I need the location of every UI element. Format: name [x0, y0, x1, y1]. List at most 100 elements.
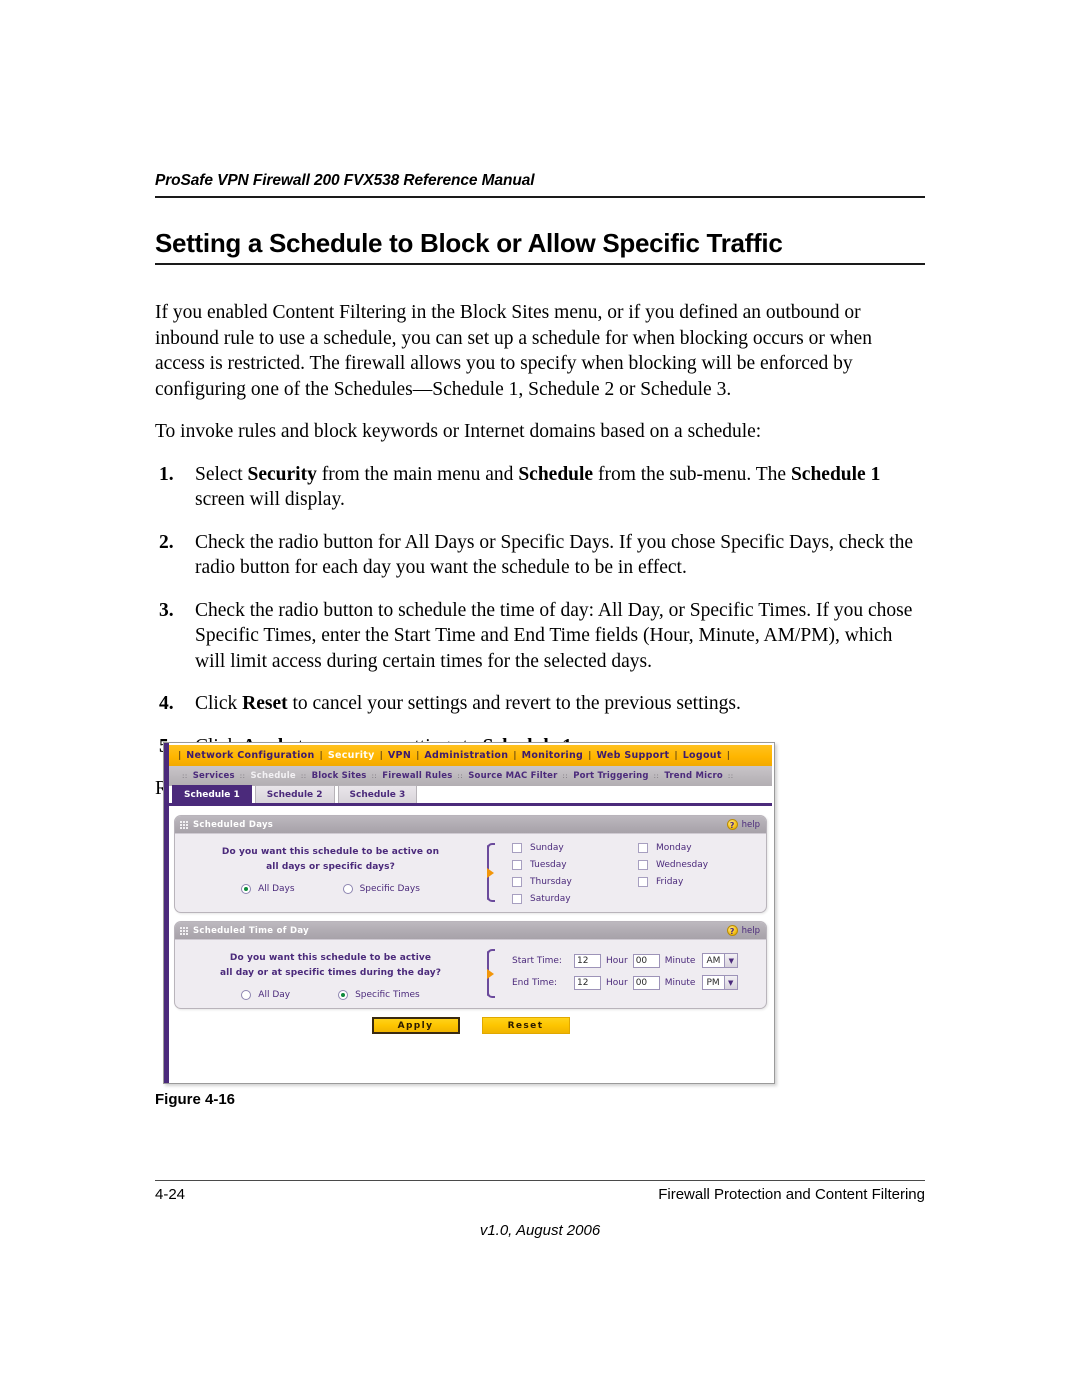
page-title: Setting a Schedule to Block or Allow Spe… [155, 228, 783, 258]
sub-menu-item-source-mac-filter[interactable]: Source MAC Filter [468, 771, 557, 781]
days-mode-option-all-days[interactable]: All Days [241, 884, 295, 894]
grid-icon [180, 926, 188, 935]
days-question-area: Do you want this schedule to be active o… [183, 841, 478, 904]
main-menu-item-network-configuration[interactable]: Network Configuration [186, 750, 314, 761]
checkbox[interactable] [512, 860, 522, 870]
figure-caption: Figure 4-16 [155, 1091, 236, 1108]
time-question-line-2: all day or at specific times during the … [219, 968, 442, 978]
day-label: Thursday [530, 877, 572, 887]
step-number: 1. [159, 463, 174, 485]
main-menu-bar[interactable]: | Network Configuration | Security | VPN | Admi… [169, 745, 772, 766]
help-link-days[interactable]: ? help [726, 819, 760, 830]
submenu-separator: :: [182, 772, 188, 780]
main-menu-item-administration[interactable]: Administration [424, 750, 508, 761]
plain-text: to cancel your settings and revert to th… [287, 693, 741, 714]
step-item-2: 2. Check the radio button for All Days or… [155, 530, 925, 581]
help-link-time[interactable]: ? help [726, 925, 760, 936]
days-mode-option-specific-days[interactable]: Specific Days [342, 884, 420, 894]
sub-menu-bar[interactable]: :: Services:: Schedule:: Block Sites:: Firew… [169, 766, 772, 786]
day-checkbox-tuesday[interactable]: Tuesday [512, 860, 632, 870]
sub-menu-item-services[interactable]: Services [193, 771, 235, 781]
reset-button[interactable]: Reset [481, 1017, 570, 1034]
start-time-meridiem-select[interactable]: AM ▼ [702, 953, 739, 968]
day-checkbox-thursday[interactable]: Thursday [512, 877, 632, 887]
emphasis-text: Schedule 1 [790, 463, 881, 485]
submenu-separator: :: [653, 772, 660, 780]
title-divider [155, 263, 925, 265]
menu-separator: | [513, 750, 517, 761]
sub-menu-item-port-triggering[interactable]: Port Triggering [573, 771, 648, 781]
chevron-down-icon[interactable]: ▼ [724, 954, 738, 967]
tab-schedule-3[interactable]: Schedule 3 [337, 785, 418, 803]
submenu-separator: :: [371, 772, 378, 780]
step-number: 4. [159, 693, 174, 714]
document-page: ProSafe VPN Firewall 200 FVX538 Referenc… [0, 0, 1080, 1397]
days-mode-radio-group[interactable]: All Days Specific Days [183, 884, 478, 894]
checkbox[interactable] [512, 843, 522, 853]
day-checkbox-friday[interactable]: Friday [638, 877, 758, 887]
day-label: Friday [656, 877, 684, 887]
main-menu-item-vpn[interactable]: VPN [388, 750, 411, 761]
day-checkbox-group[interactable]: Sunday Monday Tuesday Wednesday Thursday Frid… [512, 843, 758, 904]
end-time-hour-input[interactable] [574, 975, 601, 990]
footer-version: v1.0, August 2006 [479, 1222, 601, 1239]
main-menu-item-monitoring[interactable]: Monitoring [522, 750, 584, 761]
checkbox[interactable] [638, 860, 648, 870]
scheduled-days-panel-header: Scheduled Days ? help [175, 816, 766, 834]
sub-menu-item-schedule[interactable]: Schedule [250, 771, 295, 781]
menu-separator: | [674, 750, 678, 761]
header-divider [155, 196, 925, 198]
day-checkbox-saturday[interactable]: Saturday [512, 894, 632, 904]
sub-menu-item-block-sites[interactable]: Block Sites [312, 771, 367, 781]
empty-cell [638, 894, 758, 904]
checkbox[interactable] [512, 894, 522, 904]
time-mode-option-all-day[interactable]: All Day [241, 990, 290, 1000]
footer: 4-24 Firewall Protection and Content Fil… [155, 1186, 925, 1203]
main-menu-item-logout[interactable]: Logout [683, 750, 722, 761]
radio-button[interactable] [241, 884, 252, 894]
end-time-meridiem-select[interactable]: PM ▼ [702, 975, 738, 990]
radio-button[interactable] [338, 990, 349, 1000]
sub-menu-item-trend-micro[interactable]: Trend Micro [664, 771, 723, 781]
radio-button[interactable] [342, 884, 353, 894]
apply-button[interactable]: Apply [371, 1017, 460, 1034]
main-menu-item-web-support[interactable]: Web Support [596, 750, 669, 761]
day-checkbox-sunday[interactable]: Sunday [512, 843, 632, 853]
end-time-minute-input[interactable] [632, 975, 660, 990]
checkbox[interactable] [638, 843, 648, 853]
time-fields-area: Start Time: Hour Minute AM▼ End Time: Hour Min… [502, 947, 758, 1000]
submenu-separator: :: [239, 772, 246, 780]
day-checkbox-monday[interactable]: Monday [638, 843, 758, 853]
time-mode-radio-group[interactable]: All Day Specific Times [183, 990, 478, 1000]
chevron-down-icon[interactable]: ▼ [723, 976, 737, 989]
scheduled-days-panel: Scheduled Days ? help Do you want this s… [174, 815, 767, 913]
submenu-separator: :: [562, 772, 569, 780]
step-item-3: 3. Check the radio button to schedule the… [155, 598, 925, 675]
running-header: ProSafe VPN Firewall 200 FVX538 Referenc… [155, 172, 925, 198]
start-time-hour-input[interactable] [574, 953, 601, 968]
main-menu-item-security[interactable]: Security [328, 750, 375, 761]
time-mode-option-specific-times[interactable]: Specific Times [338, 990, 420, 1000]
sub-menu-item-firewall-rules[interactable]: Firewall Rules [382, 771, 452, 781]
tab-schedule-2[interactable]: Schedule 2 [254, 785, 335, 803]
radio-label: Specific Days [359, 884, 420, 894]
step-item-1: 1. Select Security from the main menu and… [155, 462, 925, 513]
footer-page-number: 4-24 [155, 1186, 186, 1203]
start-time-minute-input[interactable] [632, 953, 660, 968]
checkbox[interactable] [638, 877, 648, 887]
radio-button[interactable] [241, 990, 252, 1000]
day-label: Tuesday [530, 860, 567, 870]
tab-schedule-1[interactable]: Schedule 1 [172, 785, 252, 803]
schedule-tab-bar[interactable]: Schedule 1 Schedule 2 Schedule 3 [169, 785, 772, 806]
plain-text: Select [195, 463, 248, 485]
brace-arrow-icon [487, 968, 494, 979]
menu-separator: | [379, 750, 383, 761]
day-label: Wednesday [656, 860, 709, 870]
emphasis-text: Reset [242, 693, 288, 714]
checkbox[interactable] [512, 877, 522, 887]
emphasis-text: Schedule [518, 463, 594, 485]
end-time-row: End Time: Hour Minute PM▼ [512, 975, 758, 990]
day-checkbox-wednesday[interactable]: Wednesday [638, 860, 758, 870]
form-action-buttons[interactable]: Apply Reset [174, 1017, 767, 1040]
running-header-text: ProSafe VPN Firewall 200 FVX538 Referenc… [155, 172, 535, 189]
